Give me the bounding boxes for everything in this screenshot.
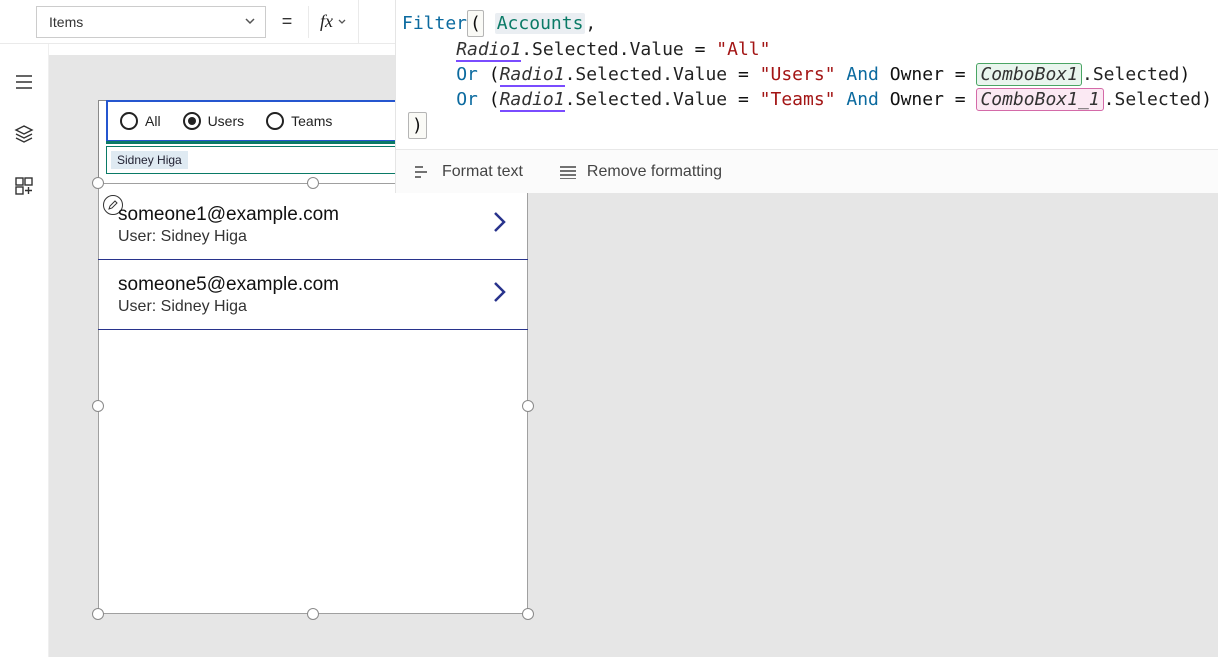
format-text-label: Format text bbox=[442, 163, 523, 181]
radio-label-all: All bbox=[145, 113, 161, 129]
left-rail bbox=[0, 0, 49, 657]
list-item[interactable]: someone1@example.com User: Sidney Higa bbox=[98, 190, 528, 260]
format-text-button[interactable]: Format text bbox=[414, 163, 523, 181]
equals-label: = bbox=[272, 11, 302, 32]
insert-icon[interactable] bbox=[14, 176, 34, 196]
result-email: someone5@example.com bbox=[118, 274, 339, 296]
fn-filter: Filter bbox=[402, 13, 467, 34]
results-gallery[interactable]: someone1@example.com User: Sidney Higa s… bbox=[98, 190, 528, 330]
chevron-down-icon bbox=[231, 14, 257, 31]
datasource-ref: Accounts bbox=[495, 13, 586, 34]
chevron-down-icon bbox=[337, 11, 347, 32]
remove-formatting-button[interactable]: Remove formatting bbox=[559, 163, 722, 181]
combobox1_1-ref: ComboBox1_1 bbox=[976, 88, 1103, 111]
result-email: someone1@example.com bbox=[118, 204, 339, 226]
list-item[interactable]: someone5@example.com User: Sidney Higa bbox=[98, 260, 528, 330]
radio-circle-icon bbox=[266, 112, 284, 130]
property-selector[interactable]: Items bbox=[36, 6, 266, 38]
formula-code[interactable]: Filter( Accounts, Radio1.Selected.Value … bbox=[396, 0, 1218, 149]
radio-label-teams: Teams bbox=[291, 113, 332, 129]
result-owner: User: Sidney Higa bbox=[118, 298, 339, 316]
formula-editor[interactable]: Filter( Accounts, Radio1.Selected.Value … bbox=[395, 0, 1218, 193]
radio-ref: Radio1 bbox=[456, 39, 521, 60]
resize-handle[interactable] bbox=[307, 177, 319, 189]
radio-circle-icon bbox=[120, 112, 138, 130]
fx-label: fx bbox=[320, 11, 333, 32]
resize-handle[interactable] bbox=[92, 608, 104, 620]
result-owner: User: Sidney Higa bbox=[118, 228, 339, 246]
radio-option-all[interactable]: All bbox=[120, 112, 161, 130]
radio-option-users[interactable]: Users bbox=[183, 112, 245, 130]
resize-handle[interactable] bbox=[92, 400, 104, 412]
resize-handle[interactable] bbox=[522, 400, 534, 412]
combobox-selected-value: Sidney Higa bbox=[111, 151, 188, 169]
radio-option-teams[interactable]: Teams bbox=[266, 112, 332, 130]
remove-formatting-icon bbox=[559, 165, 577, 179]
property-selector-value: Items bbox=[37, 14, 83, 30]
chevron-right-icon[interactable] bbox=[490, 279, 508, 310]
layers-icon[interactable] bbox=[14, 124, 34, 144]
resize-handle[interactable] bbox=[522, 608, 534, 620]
hamburger-icon[interactable] bbox=[14, 72, 34, 92]
remove-formatting-label: Remove formatting bbox=[587, 163, 722, 181]
formula-toolbar: Format text Remove formatting bbox=[396, 149, 1218, 193]
resize-handle[interactable] bbox=[307, 608, 319, 620]
combobox1-ref: ComboBox1 bbox=[976, 63, 1082, 86]
chevron-right-icon[interactable] bbox=[490, 209, 508, 240]
fx-button[interactable]: fx bbox=[308, 6, 358, 38]
resize-handle[interactable] bbox=[92, 177, 104, 189]
radio-circle-selected-icon bbox=[183, 112, 201, 130]
radio-label-users: Users bbox=[208, 113, 245, 129]
format-text-icon bbox=[414, 165, 432, 179]
